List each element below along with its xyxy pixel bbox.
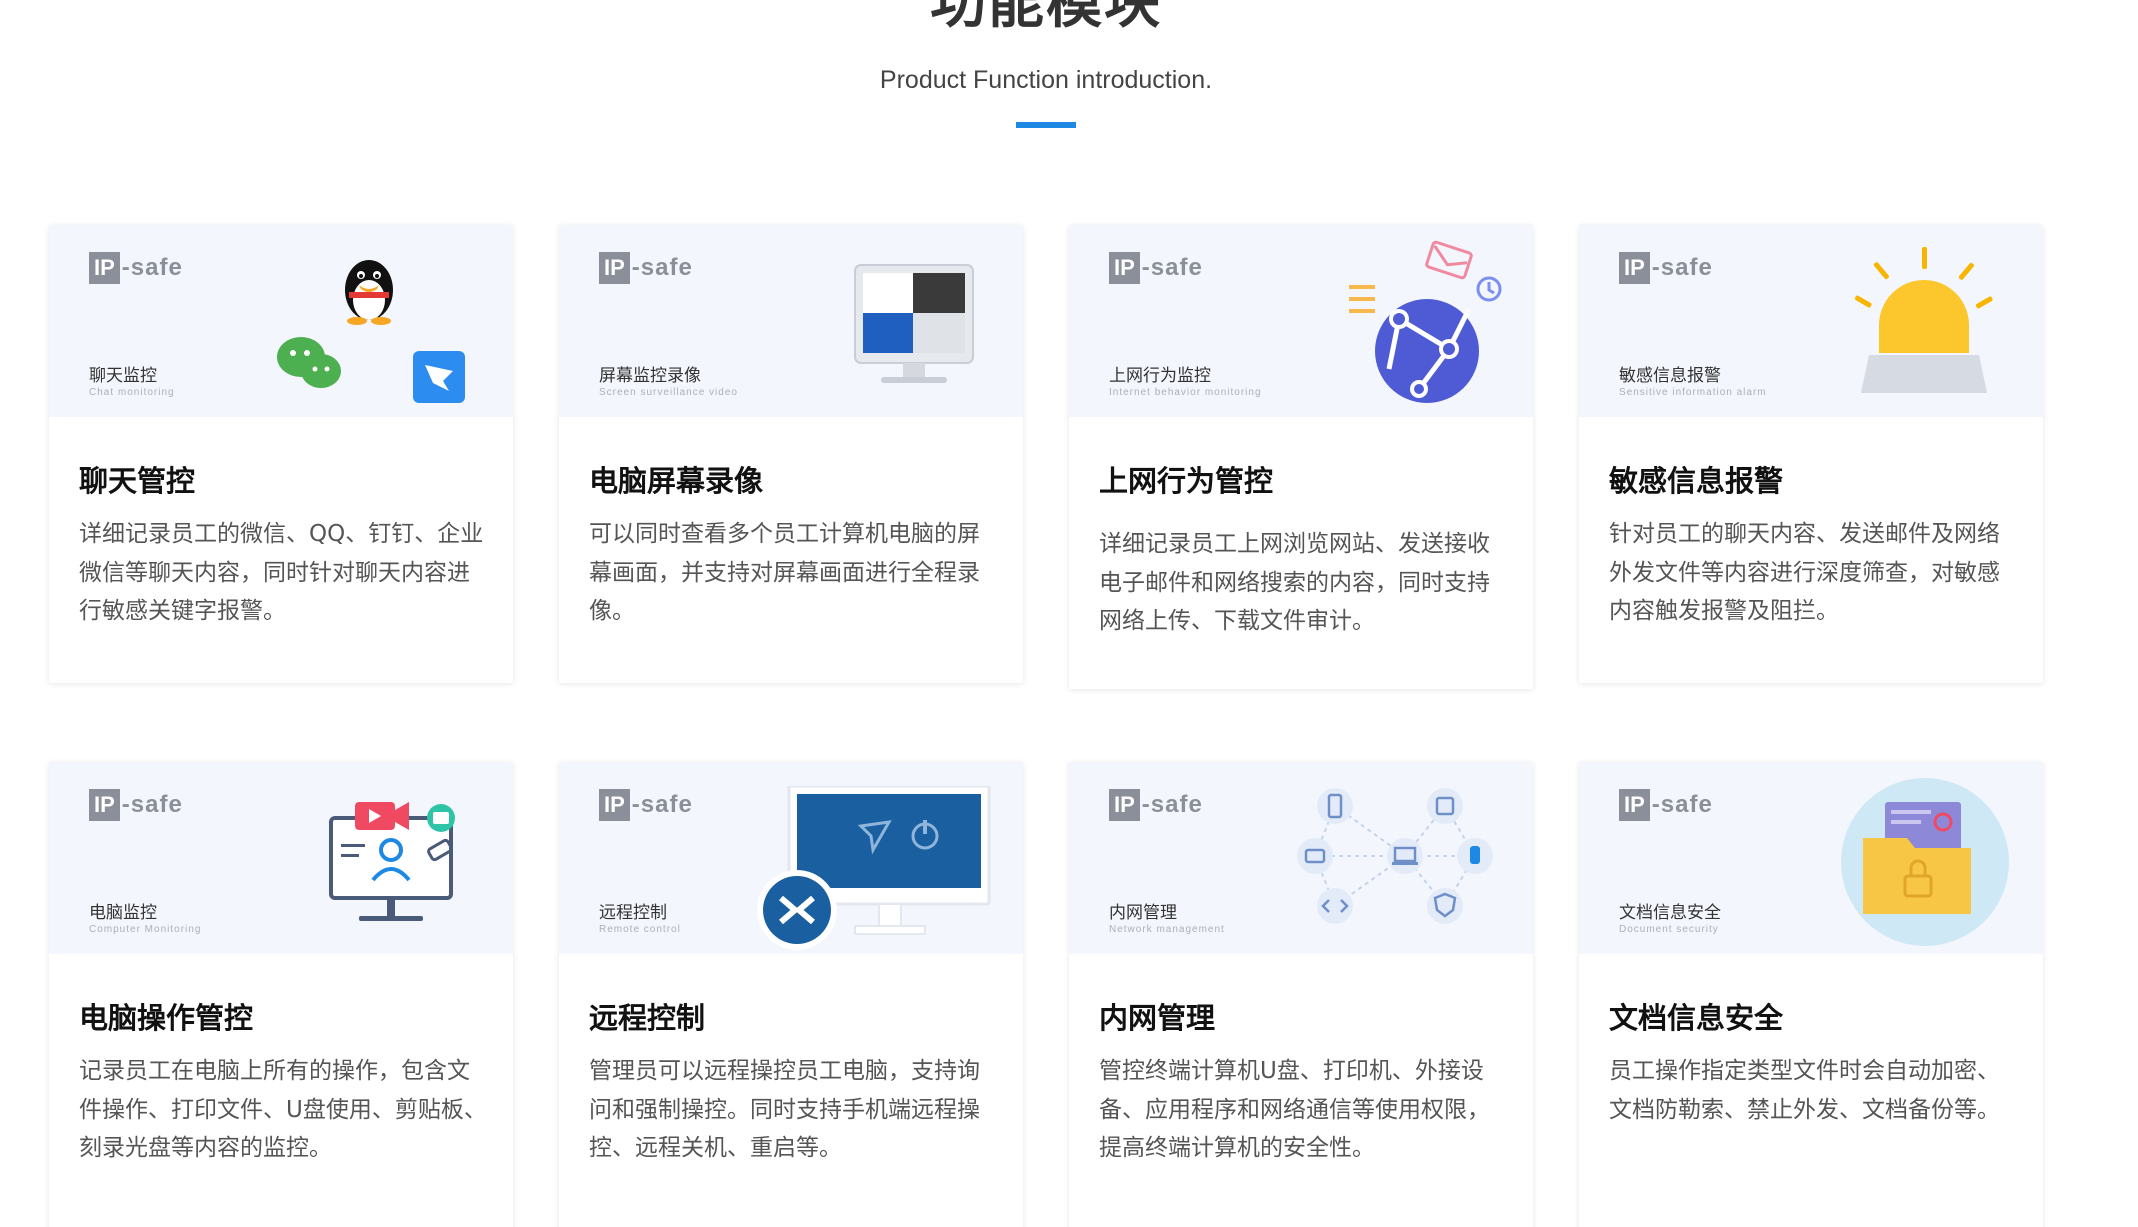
- ipsafe-logo: IP -safe: [1109, 788, 1203, 822]
- computer-monitoring-icon: [329, 802, 455, 921]
- phone-icon: [1317, 788, 1353, 824]
- card-banner: IP -safe 屏幕监控录像 Screen surveillance video: [559, 225, 1023, 417]
- code-icon: [1317, 888, 1353, 924]
- banner-subtitle: Sensitive information alarm: [1619, 387, 1767, 398]
- network-devices-icon: [1297, 788, 1493, 924]
- section-subtitle: Product Function introduction.: [879, 66, 1213, 94]
- card-description: 管控终端计算机U盘、打印机、外接设备、应用程序和网络通信等使用权限，提高终端计算…: [1099, 1058, 1490, 1161]
- feature-card-document-security[interactable]: IP -safe 文档信息安全 Document security 文档信息安全 …: [1579, 762, 2043, 1227]
- dingtalk-icon: [413, 351, 465, 403]
- feature-card-chat[interactable]: IP -safe 聊天监控 Chat monitoring 聊天管控 详细记录员…: [49, 225, 513, 683]
- banner-subtitle: Screen surveillance video: [599, 387, 738, 398]
- monitor-screen-icon: [854, 264, 974, 383]
- list-icon: [1349, 285, 1375, 313]
- card-description: 详细记录员工的微信、QQ、钉钉、企业微信等聊天内容，同时针对聊天内容进行敏感关键…: [79, 521, 484, 624]
- banner-label: 电脑监控: [89, 903, 157, 923]
- usb-icon: [1457, 838, 1493, 874]
- card-description: 针对员工的聊天内容、发送邮件及网络外发文件等内容进行深度筛查，对敏感内容触发报警…: [1609, 521, 2000, 624]
- card-title: 电脑屏幕录像: [589, 464, 764, 498]
- card-banner: IP -safe 文档信息安全 Document security: [1579, 762, 2043, 954]
- remote-connection-icon: [757, 870, 837, 950]
- clock-icon: [1476, 276, 1502, 302]
- card-title: 聊天管控: [79, 464, 196, 498]
- ipsafe-logo: IP -safe: [1109, 251, 1203, 285]
- card-title: 文档信息安全: [1609, 1001, 1784, 1035]
- feature-card-screen-recording[interactable]: IP -safe 屏幕监控录像 Screen surveillance video…: [559, 225, 1023, 683]
- banner-subtitle: Internet behavior monitoring: [1109, 387, 1262, 398]
- banner-label: 文档信息安全: [1619, 903, 1721, 923]
- card-description: 详细记录员工上网浏览网站、发送接收电子邮件和网络搜索的内容，同时支持网络上传、下…: [1099, 531, 1490, 634]
- printer-icon: [1297, 838, 1333, 874]
- network-globe-icon: [1349, 240, 1502, 403]
- banner-subtitle: Computer Monitoring: [89, 924, 202, 935]
- device-icon: [1427, 788, 1463, 824]
- feature-card-remote-control[interactable]: IP -safe 远程控制 Remote control 远程控制 管理员可以远程…: [559, 762, 1023, 1227]
- card-banner: IP -safe 聊天监控 Chat monitoring: [49, 225, 513, 417]
- ipsafe-logo: IP -safe: [599, 251, 693, 285]
- card-title: 上网行为管控: [1099, 464, 1274, 498]
- laptop-icon: [1387, 838, 1423, 874]
- card-title: 内网管理: [1099, 1001, 1216, 1035]
- banner-subtitle: Remote control: [599, 924, 681, 935]
- banner-subtitle: Document security: [1619, 924, 1719, 935]
- alarm-light-icon: [1854, 247, 1993, 393]
- banner-label: 上网行为监控: [1109, 366, 1211, 386]
- secure-folder-icon: [1841, 778, 2009, 946]
- banner-subtitle: Chat monitoring: [89, 387, 175, 398]
- banner-label: 屏幕监控录像: [599, 366, 701, 386]
- ipsafe-logo: IP -safe: [599, 788, 693, 822]
- ipsafe-logo: IP -safe: [1619, 251, 1713, 285]
- mail-icon: [1425, 240, 1473, 280]
- banner-label: 远程控制: [599, 903, 667, 923]
- feature-card-internet-behavior[interactable]: IP -safe 上网行为监控 Internet behavior monitor…: [1069, 225, 1533, 689]
- feature-card-network-management[interactable]: IP -safe 内网管理 Network management 内网管理 管控终…: [1069, 762, 1533, 1227]
- qq-penguin-icon: [345, 260, 393, 325]
- card-banner: IP -safe 内网管理 Network management: [1069, 762, 1533, 954]
- card-title: 远程控制: [589, 1001, 706, 1035]
- shield-icon: [1427, 888, 1463, 924]
- card-title: 电脑操作管控: [79, 1001, 254, 1035]
- banner-label: 聊天监控: [89, 366, 157, 386]
- card-banner: IP -safe 敏感信息报警 Sensitive information ala…: [1579, 225, 2043, 417]
- card-banner: IP -safe 上网行为监控 Internet behavior monitor…: [1069, 225, 1533, 417]
- section-title: 功能模块: [930, 0, 1162, 36]
- card-description: 管理员可以远程操控员工电脑，支持询问和强制操控。同时支持手机端远程操控、远程关机…: [589, 1058, 980, 1161]
- card-title: 敏感信息报警: [1609, 464, 1784, 498]
- card-banner: IP -safe 电脑监控 Computer Monitoring: [49, 762, 513, 954]
- ipsafe-logo: IP -safe: [89, 251, 183, 285]
- banner-label: 内网管理: [1109, 903, 1177, 923]
- card-description: 记录员工在电脑上所有的操作，包含文件操作、打印文件、U盘使用、剪贴板、刻录光盘等…: [79, 1058, 487, 1161]
- wechat-icon: [277, 337, 341, 388]
- title-underline: [1016, 122, 1076, 128]
- printer-icon: [427, 804, 455, 832]
- banner-label: 敏感信息报警: [1619, 366, 1721, 386]
- banner-subtitle: Network management: [1109, 924, 1225, 935]
- card-banner: IP -safe 远程控制 Remote control: [559, 762, 1023, 954]
- ipsafe-logo: IP -safe: [89, 788, 183, 822]
- feature-card-computer-operation[interactable]: IP -safe 电脑监控 Computer Monitoring 电脑操作管控…: [49, 762, 513, 1227]
- remote-desktop-icon: [757, 786, 991, 950]
- chat-apps-illustration: [277, 260, 465, 403]
- card-description: 可以同时查看多个员工计算机电脑的屏幕画面，并支持对屏幕画面进行全程录像。: [589, 521, 980, 624]
- ipsafe-logo: IP -safe: [1619, 788, 1713, 822]
- feature-card-sensitive-alarm[interactable]: IP -safe 敏感信息报警 Sensitive information ala…: [1579, 225, 2043, 683]
- card-description: 员工操作指定类型文件时会自动加密、文档防勒索、禁止外发、文档备份等。: [1609, 1058, 2000, 1123]
